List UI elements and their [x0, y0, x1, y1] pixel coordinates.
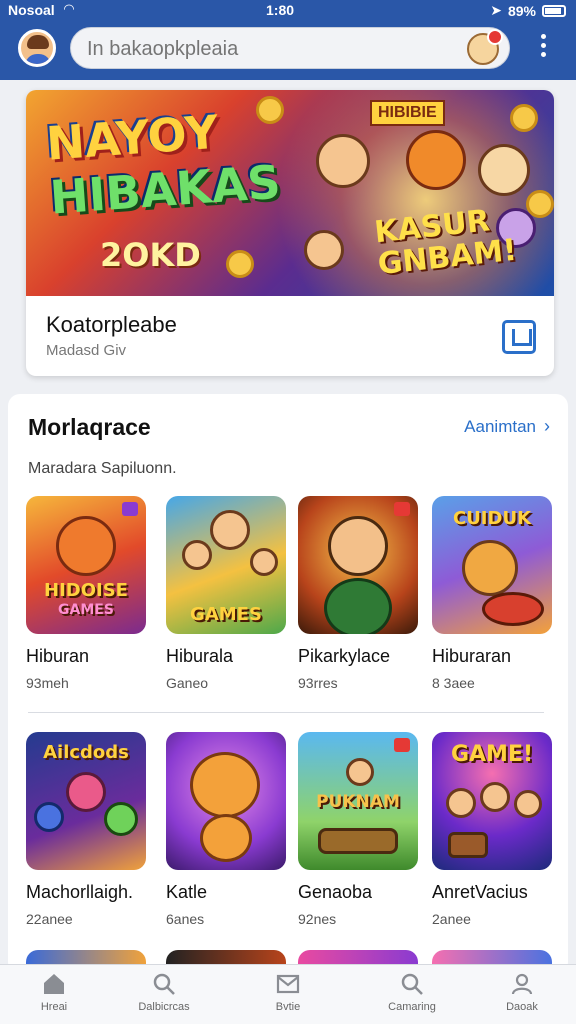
nav-label: Hreai: [40, 1001, 68, 1013]
game-art[interactable]: GAME!: [432, 732, 552, 870]
featured-card[interactable]: NAYOY HIBAKAS 2OKD HIBIBIE KASUR GNBAM! …: [26, 90, 554, 376]
location-icon: ➤: [490, 2, 502, 18]
featured-sign-art: HIBIBIE: [370, 100, 445, 126]
game-tile[interactable]: PUKNAM Genaoba 92nes: [298, 732, 418, 927]
more-menu-icon[interactable]: [536, 34, 550, 62]
featured-meta: Madasd Giv: [46, 342, 127, 359]
featured-subtitle-art: 2OKD: [100, 236, 201, 274]
game-meta: 92nes: [298, 911, 337, 927]
game-name: Genaoba: [298, 882, 373, 902]
nav-inbox[interactable]: Bvtie: [238, 971, 338, 1013]
game-name: AnretVacius: [432, 882, 528, 902]
nav-label: Dalbicrcas: [138, 1001, 190, 1013]
status-right: ➤ 89%: [490, 2, 566, 19]
nav-label: Camaring: [388, 1001, 436, 1013]
clock: 1:80: [266, 2, 295, 18]
chevron-right-icon: ›: [544, 416, 550, 436]
game-meta: 2anee: [432, 911, 471, 927]
battery-icon: [542, 4, 566, 17]
game-meta: 22anee: [26, 911, 73, 927]
game-name: Hiburaran: [432, 646, 512, 666]
row-divider: [28, 712, 544, 713]
section-title: Morlaqrace: [28, 414, 151, 440]
game-name: Katle: [166, 882, 208, 902]
search-input[interactable]: [87, 36, 457, 62]
nav-gaming[interactable]: Camaring: [362, 971, 462, 1013]
game-art[interactable]: [298, 496, 418, 634]
game-art[interactable]: HIDOISE GAMES: [26, 496, 146, 634]
featured-name: Koatorpleabe: [46, 312, 177, 337]
status-bar: Nosoal ◠ 1:80 ➤ 89%: [0, 0, 576, 22]
game-name: Hiburan: [26, 646, 90, 666]
see-all-link[interactable]: Aanimtan ›: [464, 416, 550, 437]
game-tile[interactable]: CUIDUK Hiburaran 8 3aee: [432, 496, 552, 691]
nav-label: Bvtie: [275, 1001, 301, 1013]
bookmark-icon[interactable]: [502, 320, 536, 354]
game-art[interactable]: GAMES: [166, 496, 286, 634]
bottom-nav: Hreai Dalbicrcas Bvtie Camaring Daoak: [0, 964, 576, 1024]
nav-discover[interactable]: Dalbicrcas: [114, 971, 214, 1013]
search-bar[interactable]: [70, 27, 510, 69]
game-art[interactable]: PUKNAM: [298, 732, 418, 870]
games-section: Morlaqrace Aanimtan › Maradara Sapiluonn.…: [8, 394, 568, 974]
battery-percent: 89%: [507, 2, 536, 19]
mascot-icon[interactable]: [467, 29, 503, 65]
home-icon: [44, 974, 64, 994]
game-tile[interactable]: Ailcdods Machorllaigh. 22anee: [26, 732, 146, 927]
game-tile[interactable]: GAMES Hiburala Ganeo: [166, 496, 286, 691]
game-meta: 93meh: [26, 675, 69, 691]
nav-label: Daoak: [506, 1001, 538, 1013]
section-subtitle: Maradara Sapiluonn.: [28, 460, 177, 477]
person-icon: [511, 973, 533, 995]
featured-banner[interactable]: NAYOY HIBAKAS 2OKD HIBIBIE KASUR GNBAM!: [26, 90, 554, 296]
game-art[interactable]: CUIDUK: [432, 496, 552, 634]
game-meta: 93rres: [298, 675, 338, 691]
game-tile[interactable]: Katle 6anes: [166, 732, 286, 927]
game-name: Hiburala: [166, 646, 234, 666]
game-meta: 6anes: [166, 911, 205, 927]
featured-title-art: NAYOY HIBAKAS: [44, 104, 283, 225]
search-icon: [401, 973, 423, 995]
game-art[interactable]: [166, 732, 286, 870]
game-meta: 8 3aee: [432, 675, 475, 691]
wifi-icon: ◠: [64, 1, 74, 16]
search-icon: [153, 973, 175, 995]
game-meta: Ganeo: [166, 675, 209, 691]
game-name: Pikarkylace: [298, 646, 391, 666]
nav-home[interactable]: Hreai: [4, 971, 104, 1013]
game-name: Machorllaigh.: [26, 882, 134, 902]
avatar[interactable]: [18, 29, 56, 67]
nav-profile[interactable]: Daoak: [472, 971, 572, 1013]
featured-tag-art: KASUR GNBAM!: [372, 203, 519, 283]
carrier-label: Nosoal: [8, 2, 55, 18]
game-art[interactable]: Ailcdods: [26, 732, 146, 870]
game-tile[interactable]: GAME! AnretVacius 2anee: [432, 732, 552, 927]
game-tile[interactable]: HIDOISE GAMES Hiburan 93meh: [26, 496, 146, 691]
mail-icon: [276, 974, 300, 994]
app-header: Nosoal ◠ 1:80 ➤ 89%: [0, 0, 576, 80]
game-tile[interactable]: Pikarkylace 93rres: [298, 496, 418, 691]
